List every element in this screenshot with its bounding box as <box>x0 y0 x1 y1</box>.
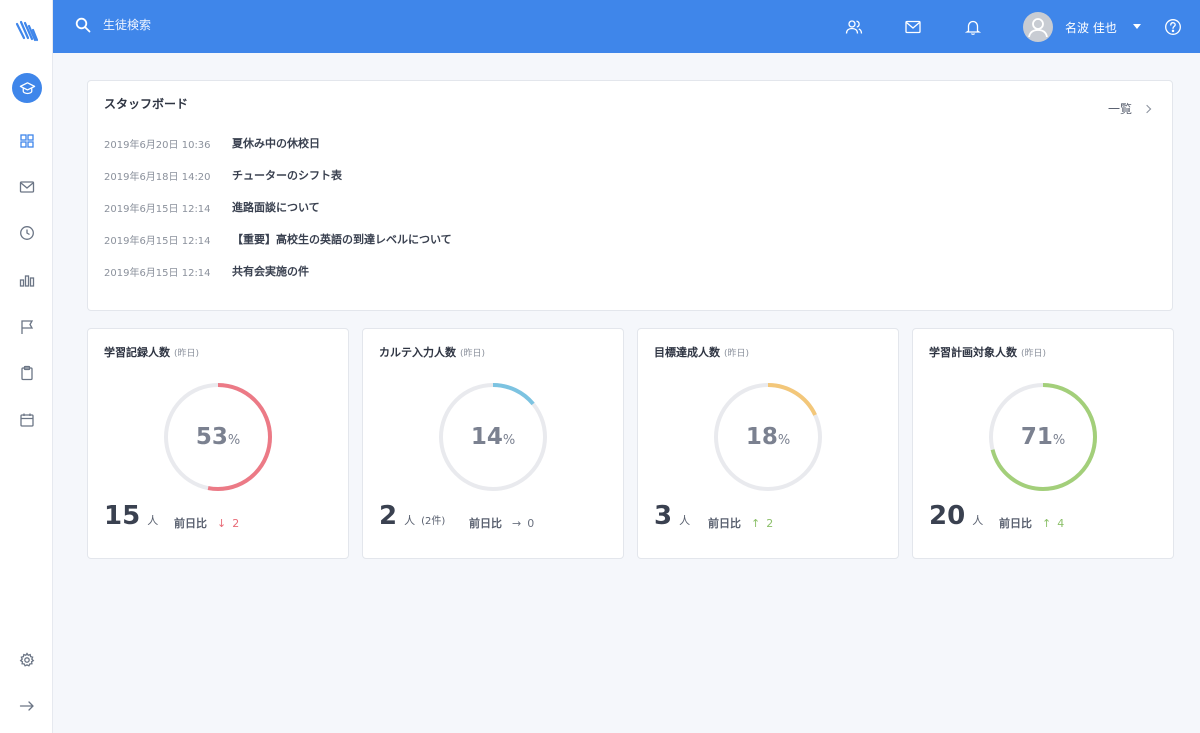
news-title[interactable]: チューターのシフト表 <box>232 167 342 183</box>
sidebar-item-history[interactable] <box>18 224 36 242</box>
delta-arrow-icon: ↑ <box>1042 516 1052 530</box>
day-over-day: 前日比 ↓ 2 <box>174 516 240 531</box>
calendar-icon <box>20 413 34 427</box>
bar-chart-icon <box>19 275 35 287</box>
stat-card-title: カルテ入力人数 (昨日) <box>379 346 486 359</box>
clipboard-icon <box>21 365 33 381</box>
brand-logo-icon[interactable] <box>14 18 40 44</box>
search-icon <box>75 17 91 33</box>
stat-count: 20 人 <box>929 501 984 531</box>
chevron-right-icon <box>1142 104 1152 113</box>
stat-card-study-plan-targets[interactable]: 学習計画対象人数 (昨日) 71% 20 人 前日比 ↑ 4 <box>912 328 1174 559</box>
grid-icon <box>20 134 34 148</box>
sidebar-item-settings[interactable] <box>18 651 36 669</box>
sidebar-item-goals[interactable] <box>18 318 36 336</box>
delta-arrow-icon: ↓ <box>217 516 227 530</box>
donut-percent: 71% <box>1020 424 1066 450</box>
stat-card-karte-entries[interactable]: カルテ入力人数 (昨日) 14% 2 人 (2件) 前日比 → 0 <box>362 328 624 559</box>
day-over-day: 前日比 → 0 <box>469 516 535 531</box>
clock-icon <box>20 226 34 240</box>
flag-icon <box>21 320 34 334</box>
news-date: 2019年6月18日 14:20 <box>104 171 211 183</box>
news-item[interactable]: 2019年6月15日 12:14 共有会実施の件 <box>104 262 309 280</box>
sidebar-item-calendar[interactable] <box>18 411 36 429</box>
mail-icon <box>19 181 35 193</box>
stat-count: 3人 <box>654 501 691 531</box>
arrow-right-icon <box>19 701 34 711</box>
news-item[interactable]: 2019年6月18日 14:20 チューターのシフト表 <box>104 166 342 184</box>
news-date: 2019年6月20日 10:36 <box>104 139 211 151</box>
staff-board-list-link[interactable]: 一覧 <box>1107 100 1152 117</box>
sidebar <box>0 0 53 733</box>
news-item[interactable]: 2019年6月15日 12:14 【重要】高校生の英語の到達レベルについて <box>104 230 452 248</box>
news-title[interactable]: 共有会実施の件 <box>232 263 309 279</box>
donut-percent: 14% <box>470 424 516 450</box>
staff-board-title: スタッフボード <box>104 97 189 111</box>
delta-arrow-icon: → <box>512 516 522 530</box>
stat-card-title: 目標達成人数 (昨日) <box>654 346 750 359</box>
day-over-day: 前日比 ↑ 4 <box>999 516 1065 531</box>
avatar[interactable] <box>1023 12 1053 42</box>
help-button[interactable] <box>1164 18 1182 36</box>
user-name[interactable]: 名波 佳也 <box>1065 19 1117 36</box>
stat-count: 15 人 <box>104 501 159 531</box>
help-icon <box>1165 19 1181 35</box>
settings-icon <box>19 652 35 667</box>
stat-card-title: 学習記録人数 (昨日) <box>104 346 200 359</box>
bell-icon <box>964 20 982 35</box>
donut-percent: 18% <box>745 424 791 450</box>
donut-percent: 53% <box>195 424 241 450</box>
news-item[interactable]: 2019年6月20日 10:36 夏休み中の休校日 <box>104 134 320 152</box>
stat-card-title: 学習計画対象人数 (昨日) <box>929 346 1047 359</box>
user-avatar-icon <box>1028 18 1048 38</box>
stat-count: 2 人 (2件) <box>379 501 446 531</box>
sidebar-item-dashboard[interactable] <box>18 132 36 150</box>
sidebar-item-students[interactable] <box>12 73 42 103</box>
news-title[interactable]: 夏休み中の休校日 <box>232 135 320 151</box>
delta-arrow-icon: ↑ <box>751 516 761 530</box>
mail-icon <box>905 20 921 34</box>
users-button[interactable] <box>845 18 863 36</box>
user-menu-caret-icon[interactable] <box>1133 24 1141 29</box>
news-date: 2019年6月15日 12:14 <box>104 267 211 279</box>
graduation-cap-icon <box>19 81 35 94</box>
search-box <box>75 17 403 33</box>
news-title[interactable]: 進路面談について <box>232 199 320 215</box>
list-link-label: 一覧 <box>1107 102 1132 116</box>
news-date: 2019年6月15日 12:14 <box>104 235 211 247</box>
student-search-input[interactable] <box>103 18 403 32</box>
day-over-day: 前日比 ↑ 2 <box>708 516 774 531</box>
sidebar-item-logout[interactable] <box>18 697 36 715</box>
news-item[interactable]: 2019年6月15日 12:14 進路面談について <box>104 198 320 216</box>
mail-button[interactable] <box>904 18 922 36</box>
users-icon <box>845 20 863 34</box>
sidebar-item-analytics[interactable] <box>18 271 36 289</box>
news-date: 2019年6月15日 12:14 <box>104 203 211 215</box>
notifications-button[interactable] <box>964 18 982 36</box>
news-title[interactable]: 【重要】高校生の英語の到達レベルについて <box>232 231 452 247</box>
sidebar-item-reports[interactable] <box>18 364 36 382</box>
sidebar-item-messages[interactable] <box>18 178 36 196</box>
stat-card-study-records[interactable]: 学習記録人数 (昨日) 53% 15 人 前日比 ↓ 2 <box>87 328 349 559</box>
stat-card-goals-achieved[interactable]: 目標達成人数 (昨日) 18% 3人 前日比 ↑ 2 <box>637 328 899 559</box>
top-header: 名波 佳也 <box>53 0 1200 53</box>
staff-board-panel: スタッフボード 一覧 2019年6月20日 10:36 夏休み中の休校日 201… <box>87 80 1173 311</box>
